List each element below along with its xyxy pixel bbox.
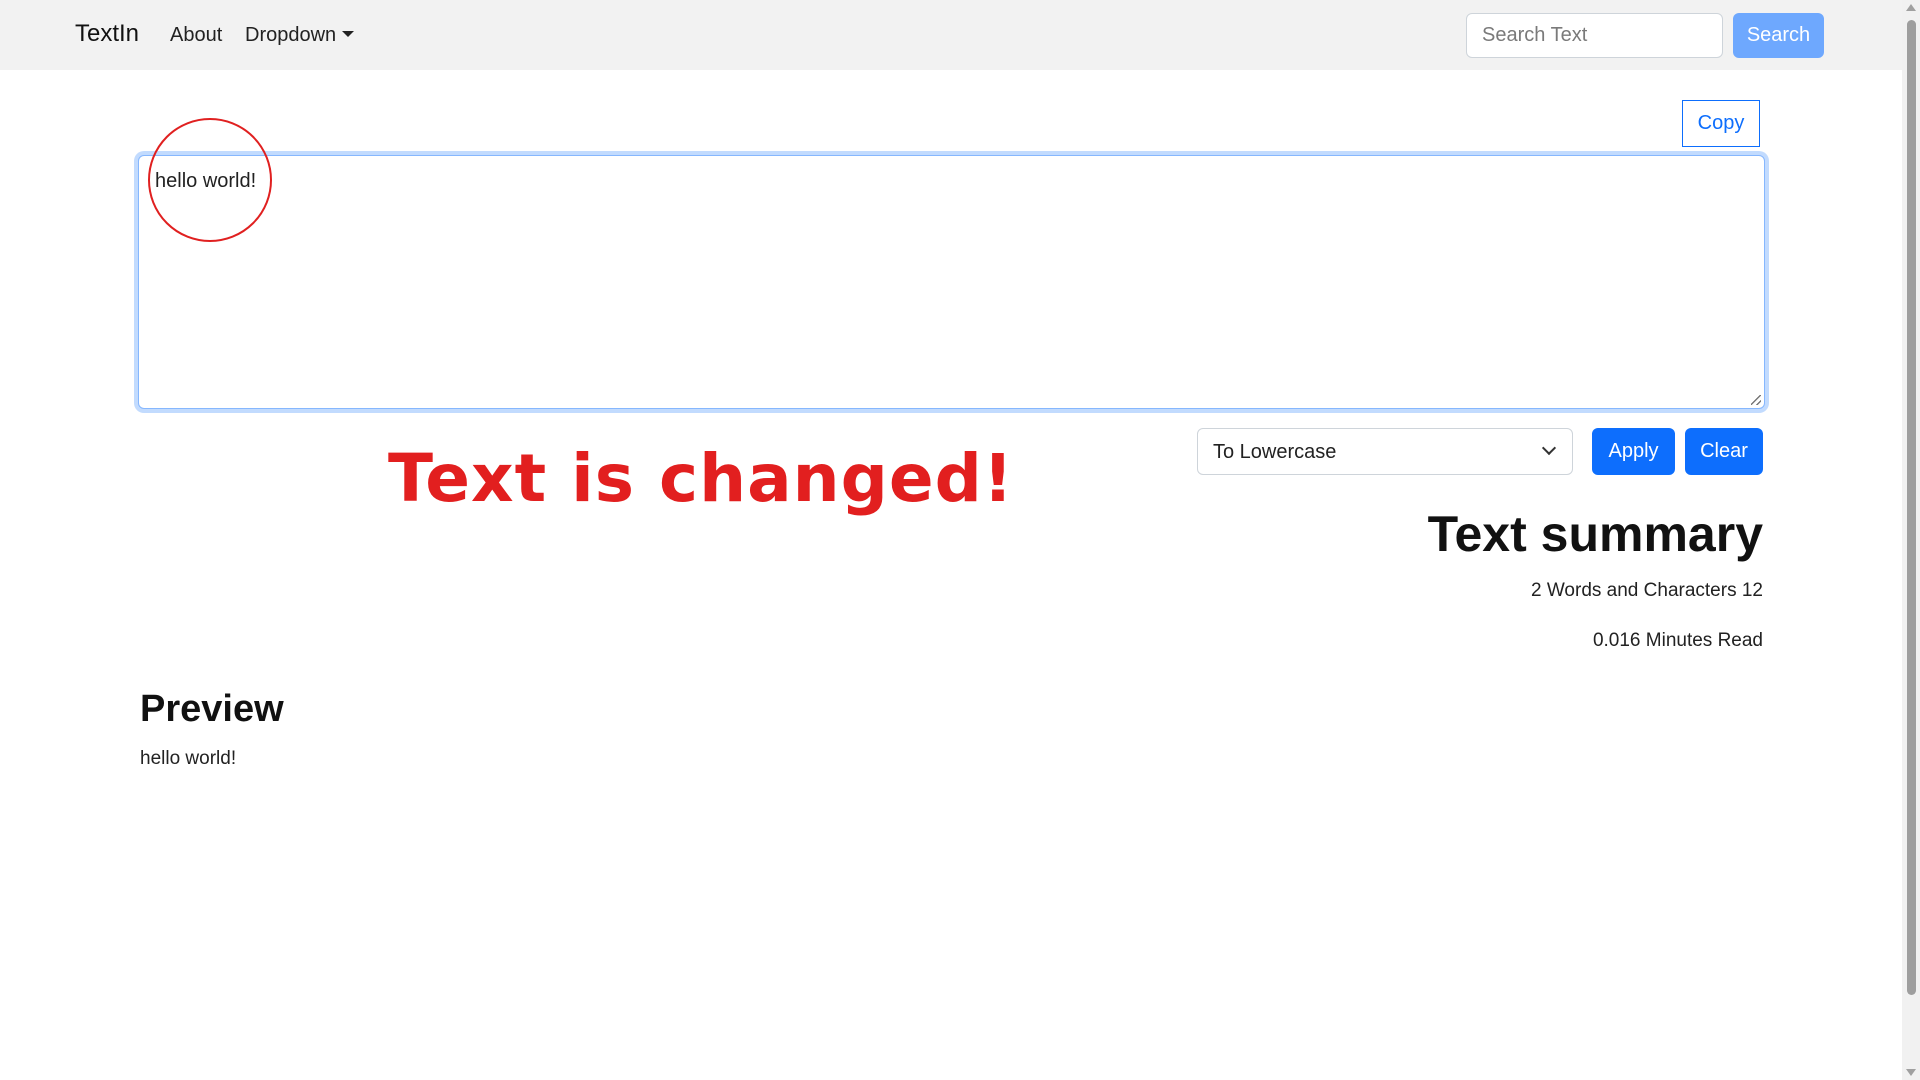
preview-title: Preview: [140, 688, 284, 730]
read-minutes: 0.016: [1592, 630, 1641, 651]
caret-down-icon: [342, 31, 355, 37]
nav-dropdown-toggle[interactable]: Dropdown: [245, 24, 355, 47]
nav-about-link[interactable]: About: [170, 24, 222, 47]
page-scrollbar[interactable]: [1902, 0, 1920, 1080]
search-button[interactable]: Search: [1733, 13, 1824, 58]
scroll-down-arrow-icon[interactable]: [1906, 1069, 1916, 1076]
brand-logo[interactable]: TextIn: [75, 20, 139, 48]
char-count: 12: [1741, 580, 1763, 601]
words-label: Words and Characters: [1546, 580, 1737, 601]
resize-handle-icon[interactable]: [1751, 395, 1761, 405]
word-count: 2: [1530, 580, 1542, 601]
annotation-text: Text is changed!: [388, 440, 1014, 517]
read-minutes-label: Minutes Read: [1645, 630, 1763, 651]
scroll-thumb[interactable]: [1907, 20, 1916, 995]
summary-title: Text summary: [1427, 506, 1763, 562]
preview-text: hello world!: [140, 748, 237, 769]
apply-button[interactable]: Apply: [1592, 428, 1675, 475]
clear-button[interactable]: Clear: [1685, 428, 1763, 475]
search-input[interactable]: [1466, 13, 1723, 58]
operation-select-value: To Lowercase: [1213, 441, 1337, 463]
scroll-up-arrow-icon[interactable]: [1906, 4, 1916, 11]
text-editor-container: hello world!: [138, 155, 1765, 409]
navbar: TextIn About Dropdown Search: [0, 0, 1902, 70]
text-input-area[interactable]: hello world!: [139, 156, 1764, 408]
nav-dropdown-label: Dropdown: [245, 24, 337, 46]
read-time: 0.016 Minutes Read: [1593, 630, 1763, 652]
word-char-count: 2 Words and Characters 12: [1531, 580, 1763, 602]
copy-button[interactable]: Copy: [1682, 100, 1760, 147]
chevron-down-icon: [1541, 440, 1557, 456]
operation-select[interactable]: To Lowercase: [1197, 428, 1573, 475]
